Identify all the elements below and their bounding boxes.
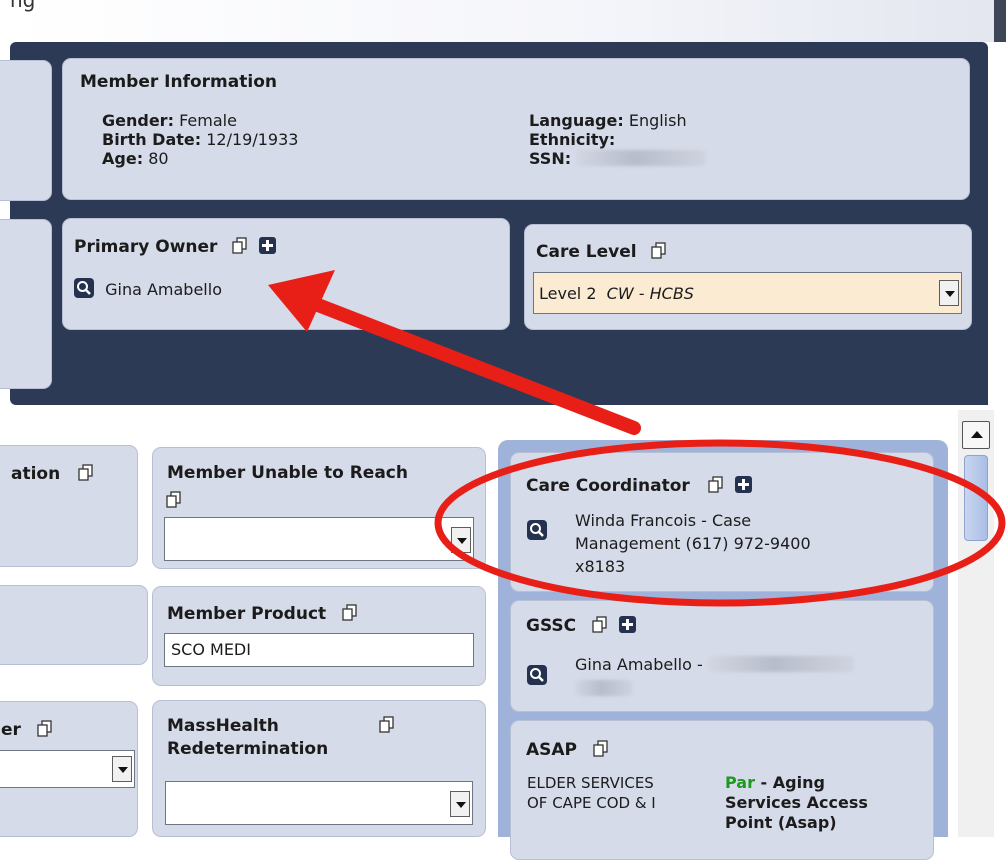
annotation-ellipse-icon: [434, 439, 1006, 607]
annotation-arrow-icon: [268, 270, 641, 435]
annotation-overlay: [268, 270, 1006, 607]
